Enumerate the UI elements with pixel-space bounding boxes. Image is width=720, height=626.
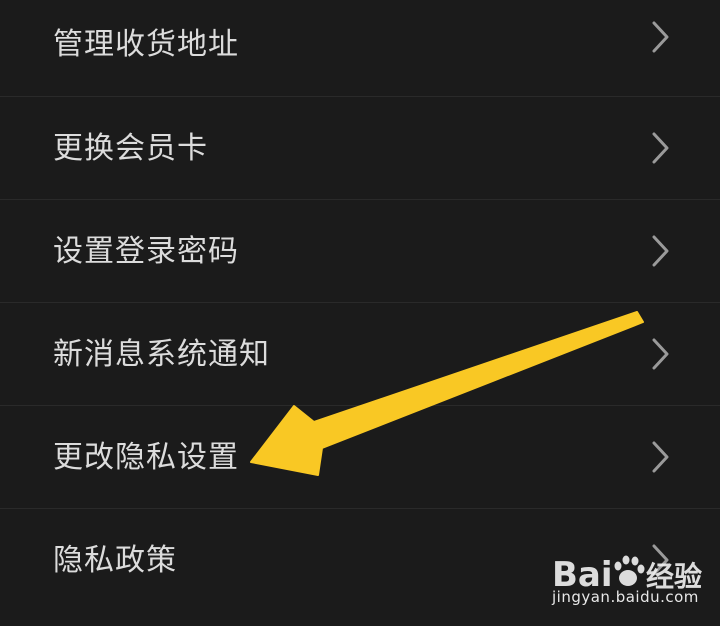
- chevron-right-icon: [652, 338, 669, 370]
- chevron-right-icon: [652, 21, 669, 53]
- settings-item-privacy-settings[interactable]: 更改隐私设置: [0, 406, 720, 509]
- chevron-right-icon: [652, 441, 669, 473]
- settings-item-label: 管理收货地址: [53, 27, 239, 62]
- settings-item-label: 更换会员卡: [53, 131, 208, 166]
- baidu-jingyan-logo-icon: Bai 经验: [552, 555, 702, 595]
- settings-item-change-member-card[interactable]: 更换会员卡: [0, 97, 720, 200]
- settings-item-manage-address[interactable]: 管理收货地址: [0, 0, 720, 96]
- settings-item-label: 隐私政策: [53, 543, 177, 578]
- chevron-right-icon: [652, 235, 669, 267]
- watermark-url: jingyan.baidu.com: [552, 588, 699, 606]
- settings-item-set-login-password[interactable]: 设置登录密码: [0, 200, 720, 303]
- settings-item-label: 更改隐私设置: [53, 440, 239, 475]
- settings-item-label: 设置登录密码: [53, 234, 239, 269]
- settings-list: 管理收货地址 更换会员卡 设置登录密码 新消息系统通知 更改隐私设置 隐私政策: [0, 0, 720, 626]
- chevron-right-icon: [652, 132, 669, 164]
- settings-item-message-notification[interactable]: 新消息系统通知: [0, 303, 720, 406]
- settings-item-label: 新消息系统通知: [53, 337, 270, 372]
